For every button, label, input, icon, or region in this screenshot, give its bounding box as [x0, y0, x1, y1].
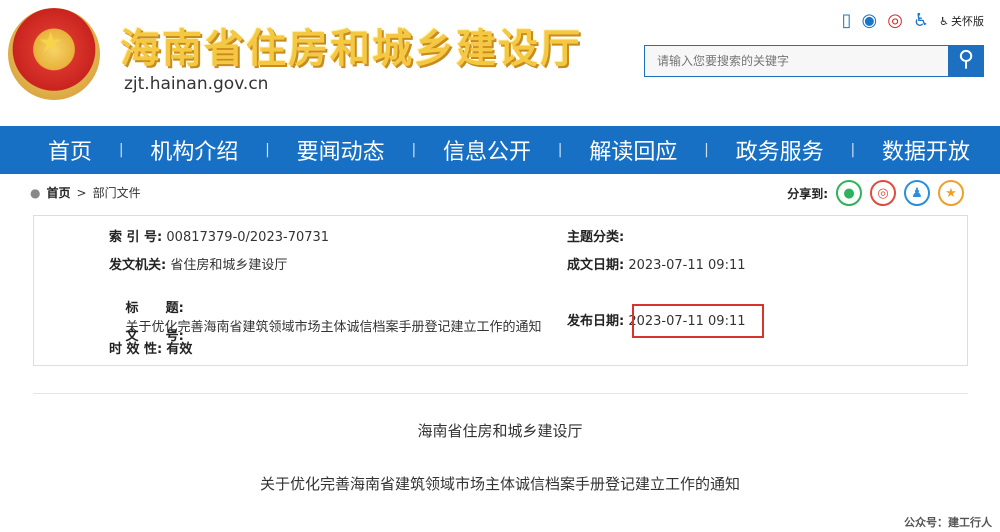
meta-topic-label: 主题分类:	[567, 230, 625, 245]
site-domain: zjt.hainan.gov.cn	[124, 74, 269, 94]
meta-created-value: 2023-07-11 09:11	[628, 258, 746, 273]
care-mode-icon: ♿	[939, 14, 949, 28]
highlight-box	[632, 304, 764, 338]
document-title: 关于优化完善海南省建筑领域市场主体诚信档案手册登记建立工作的通知	[259, 475, 740, 493]
meta-created-label: 成文日期:	[567, 258, 625, 273]
nav-separator: |	[265, 142, 270, 158]
meta-index-label: 索 引 号:	[109, 230, 163, 245]
search-input[interactable]	[644, 45, 948, 77]
national-emblem-logo[interactable]: ★	[8, 8, 100, 100]
nav-item-disclosure[interactable]: 信息公开	[443, 134, 531, 166]
meta-validity-label: 时 效 性:	[109, 342, 163, 357]
nav-item-services[interactable]: 政务服务	[736, 134, 824, 166]
site-title[interactable]: 海南省住房和城乡建设厅	[120, 16, 582, 74]
meta-index-value: 00817379-0/2023-70731	[166, 230, 330, 245]
mobile-icon[interactable]: ▯	[842, 10, 852, 32]
meta-title-value: 关于优化完善海南省建筑领域市场主体诚信档案手册登记建立工作的通知	[125, 320, 542, 335]
meta-created: 成文日期: 2023-07-11 09:11	[567, 254, 746, 273]
care-mode-label: 关怀版	[951, 15, 984, 28]
location-pin-icon: ●	[30, 185, 41, 200]
breadcrumb-home[interactable]: 首页	[46, 184, 70, 201]
wechat-icon[interactable]: ◉	[862, 10, 878, 32]
share-bar: 分享到: ● ◎ ♟ ★	[787, 180, 964, 206]
search-icon: ⚲	[957, 47, 975, 72]
star-icon: ★	[38, 26, 64, 59]
main-nav: 首页 | 机构介绍 | 要闻动态 | 信息公开 | 解读回应 | 政务服务 | …	[0, 126, 1000, 174]
nav-separator: |	[411, 142, 417, 158]
accessibility-icon[interactable]: ♿	[913, 10, 929, 32]
meta-index: 索 引 号: 00817379-0/2023-70731	[109, 226, 329, 245]
nav-item-interpretation[interactable]: 解读回应	[589, 134, 677, 166]
meta-published-label: 发布日期:	[567, 314, 625, 329]
care-mode-button[interactable]: ♿ 关怀版	[939, 13, 984, 29]
top-icon-bar: ▯ ◉ ◎ ♿ ♿ 关怀版	[842, 10, 984, 32]
nav-item-open-data[interactable]: 数据开放	[882, 134, 970, 166]
wechat-share-icon[interactable]: ●	[836, 180, 862, 206]
nav-separator: |	[704, 142, 709, 158]
document-meta-box: 索 引 号: 00817379-0/2023-70731 主题分类: 发文机关:…	[33, 215, 968, 366]
site-header: ★ 海南省住房和城乡建设厅 zjt.hainan.gov.cn ▯ ◉ ◎ ♿ …	[0, 0, 1000, 126]
nav-item-news[interactable]: 要闻动态	[297, 134, 385, 166]
weibo-icon[interactable]: ◎	[887, 10, 903, 32]
breadcrumb-separator: >	[76, 185, 87, 200]
meta-validity: 时 效 性: 有效	[109, 338, 192, 357]
watermark: 公众号：建工行人	[904, 516, 992, 529]
nav-item-about[interactable]: 机构介绍	[150, 134, 238, 166]
nav-separator: |	[118, 142, 124, 158]
document-org: 海南省住房和城乡建设厅	[417, 422, 583, 440]
breadcrumb: ● 首页 > 部门文件	[30, 184, 141, 201]
weibo-share-icon[interactable]: ◎	[870, 180, 896, 206]
share-label: 分享到:	[787, 186, 828, 201]
breadcrumb-current[interactable]: 部门文件	[93, 184, 141, 201]
divider	[33, 393, 968, 394]
favorite-share-icon[interactable]: ★	[938, 180, 964, 206]
meta-topic: 主题分类:	[567, 226, 624, 245]
meta-issuer-label: 发文机关:	[109, 258, 167, 273]
search-button[interactable]: ⚲	[948, 45, 984, 77]
nav-separator: |	[850, 142, 856, 158]
qq-share-icon[interactable]: ♟	[904, 180, 930, 206]
nav-item-home[interactable]: 首页	[48, 134, 92, 166]
nav-separator: |	[557, 142, 563, 158]
meta-issuer-value: 省住房和城乡建设厅	[170, 258, 288, 273]
meta-validity-value: 有效	[166, 342, 193, 357]
meta-issuer: 发文机关: 省住房和城乡建设厅	[109, 254, 287, 273]
search-bar: ⚲	[644, 45, 984, 77]
